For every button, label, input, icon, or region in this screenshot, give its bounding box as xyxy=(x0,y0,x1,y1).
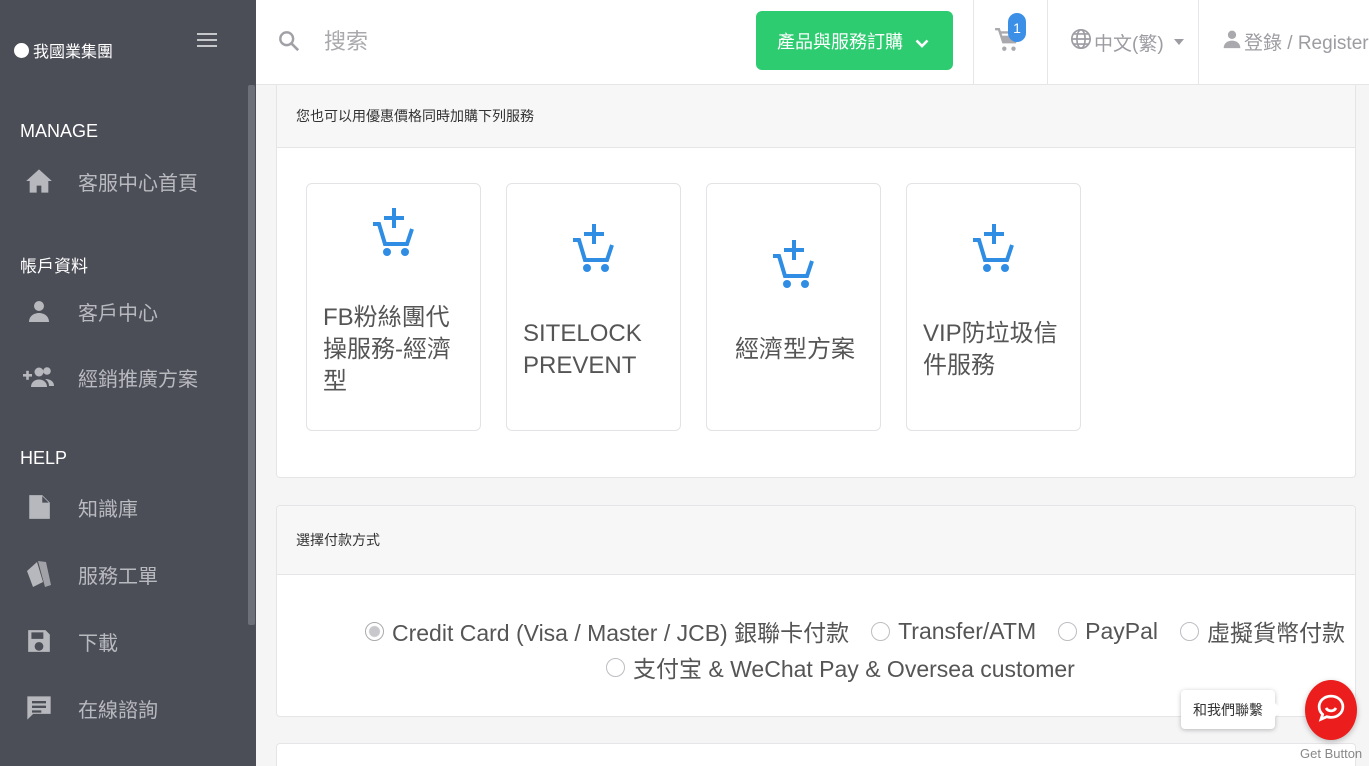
brand-logo[interactable]: 我國業集團 xyxy=(14,38,113,62)
payment-options-row: 支付宝 & WeChat Pay & Oversea customer xyxy=(606,650,1075,684)
user-icon xyxy=(1222,29,1242,55)
addon-card[interactable]: FB粉絲團代操服務-經濟型 xyxy=(306,183,481,431)
payment-option-label: 支付宝 & WeChat Pay & Oversea customer xyxy=(633,656,1075,682)
addon-card[interactable]: 經濟型方案 xyxy=(706,183,881,431)
sidebar-scrollbar[interactable] xyxy=(248,85,255,625)
sidebar-item-downloads[interactable]: 下載 xyxy=(22,621,118,661)
header-divider xyxy=(1047,0,1048,85)
addon-card[interactable]: VIP防垃圾信件服務 xyxy=(906,183,1081,431)
payment-panel-title: 選擇付款方式 xyxy=(277,506,1355,575)
payment-option-transfer[interactable]: Transfer/ATM xyxy=(871,618,1036,645)
chat-icon xyxy=(22,693,56,723)
search-icon[interactable] xyxy=(278,30,300,57)
payment-option-label: Transfer/ATM xyxy=(898,617,1037,644)
home-icon xyxy=(22,166,56,196)
addons-panel: 您也可以用優惠價格同時加購下列服務 FB粉絲團代操服務-經濟型 SITELOCK… xyxy=(276,85,1356,478)
payment-option-credit-card[interactable]: Credit Card (Visa / Master / JCB) 銀聯卡付款 xyxy=(365,614,849,648)
order-button-label: 產品與服務訂購 xyxy=(777,31,903,52)
caret-down-icon xyxy=(1173,39,1184,45)
payment-option-label: Credit Card (Visa / Master / JCB) 銀聯卡付款 xyxy=(392,620,850,646)
sidebar-item-label: 客戶中心 xyxy=(78,302,158,325)
top-header: 產品與服務訂購 1 中文(繁) 登錄 / Register xyxy=(256,0,1369,85)
section-manage: MANAGE xyxy=(20,121,99,141)
sidebar-item-client-center[interactable]: 客戶中心 xyxy=(22,291,158,331)
addons-panel-title: 您也可以用優惠價格同時加購下列服務 xyxy=(277,85,1355,148)
search-input[interactable] xyxy=(324,24,624,60)
language-selector[interactable]: 中文(繁) xyxy=(1070,28,1184,56)
cart-add-icon xyxy=(371,206,415,265)
brand-name: 我國業集團 xyxy=(33,42,114,61)
chat-bubble-icon xyxy=(1316,693,1346,728)
next-panel xyxy=(276,743,1356,766)
addon-card[interactable]: SITELOCK PREVENT xyxy=(506,183,681,431)
sidebar-item-home[interactable]: 客服中心首頁 xyxy=(22,161,198,201)
users-add-icon xyxy=(22,362,56,392)
chevron-down-icon xyxy=(915,33,929,54)
cart-count-badge: 1 xyxy=(1008,13,1026,42)
addon-name: FB粉絲團代操服務-經濟型 xyxy=(323,304,451,395)
globe-icon xyxy=(1070,28,1092,56)
payment-option-label: 虛擬貨幣付款 xyxy=(1207,620,1345,646)
file-icon xyxy=(22,492,56,522)
radio-button[interactable] xyxy=(871,621,891,641)
radio-button[interactable] xyxy=(1058,621,1078,641)
sidebar-item-label: 服務工單 xyxy=(78,565,158,588)
sidebar-item-label: 客服中心首頁 xyxy=(78,172,198,195)
get-button-caption[interactable]: Get Button xyxy=(1300,746,1362,761)
menu-toggle-icon[interactable] xyxy=(197,31,217,49)
payment-options-row: Credit Card (Visa / Master / JCB) 銀聯卡付款 … xyxy=(365,614,1345,648)
tickets-icon xyxy=(22,559,56,589)
radio-button[interactable] xyxy=(365,621,384,641)
addon-name: VIP防垃圾信件服務 xyxy=(923,320,1058,379)
login-register-link[interactable]: 登錄 / Register xyxy=(1222,28,1369,55)
chat-tooltip[interactable]: 和我們聯繫 xyxy=(1181,690,1282,729)
radio-button[interactable] xyxy=(606,657,625,677)
sidebar-item-tickets[interactable]: 服務工單 xyxy=(22,554,158,594)
payment-option-paypal[interactable]: PayPal xyxy=(1058,618,1158,645)
sidebar-item-label: 知識庫 xyxy=(78,498,138,521)
sidebar-item-affiliate[interactable]: 經銷推廣方案 xyxy=(22,357,198,397)
addon-name: 經濟型方案 xyxy=(735,336,855,363)
cart-add-icon xyxy=(571,222,615,281)
chat-button[interactable] xyxy=(1305,680,1357,740)
payment-option-label: PayPal xyxy=(1085,617,1158,644)
login-label: 登錄 / Register xyxy=(1244,33,1369,54)
user-icon xyxy=(22,296,56,326)
payment-option-crypto[interactable]: 虛擬貨幣付款 xyxy=(1180,614,1345,648)
payment-option-alipay-wechat[interactable]: 支付宝 & WeChat Pay & Oversea customer xyxy=(606,650,1075,684)
addon-name: SITELOCK PREVENT xyxy=(523,320,642,379)
cart-add-icon xyxy=(771,238,815,297)
cart-add-icon xyxy=(971,222,1015,281)
sidebar: 我國業集團 MANAGE 客服中心首頁 帳戶資料 客戶中心 經銷推廣方案 HEL… xyxy=(0,0,256,766)
radio-button[interactable] xyxy=(1180,621,1199,641)
app-root: 我國業集團 MANAGE 客服中心首頁 帳戶資料 客戶中心 經銷推廣方案 HEL… xyxy=(0,0,1369,766)
language-label: 中文(繁) xyxy=(1094,33,1164,55)
section-account: 帳戶資料 xyxy=(20,257,88,276)
section-help: HELP xyxy=(20,448,68,468)
sidebar-item-label: 下載 xyxy=(78,632,118,655)
floppy-icon xyxy=(22,626,56,656)
order-products-button[interactable]: 產品與服務訂購 xyxy=(756,11,953,70)
sidebar-item-label: 經銷推廣方案 xyxy=(78,368,198,391)
logo-mark-icon xyxy=(14,42,29,58)
sidebar-item-knowledgebase[interactable]: 知識庫 xyxy=(22,487,138,527)
sidebar-item-label: 在線諮詢 xyxy=(78,699,158,722)
header-divider xyxy=(1198,0,1199,85)
sidebar-item-live-chat[interactable]: 在線諮詢 xyxy=(22,688,158,728)
payment-panel: 選擇付款方式 Credit Card (Visa / Master / JCB)… xyxy=(276,505,1356,717)
header-divider xyxy=(973,0,974,85)
